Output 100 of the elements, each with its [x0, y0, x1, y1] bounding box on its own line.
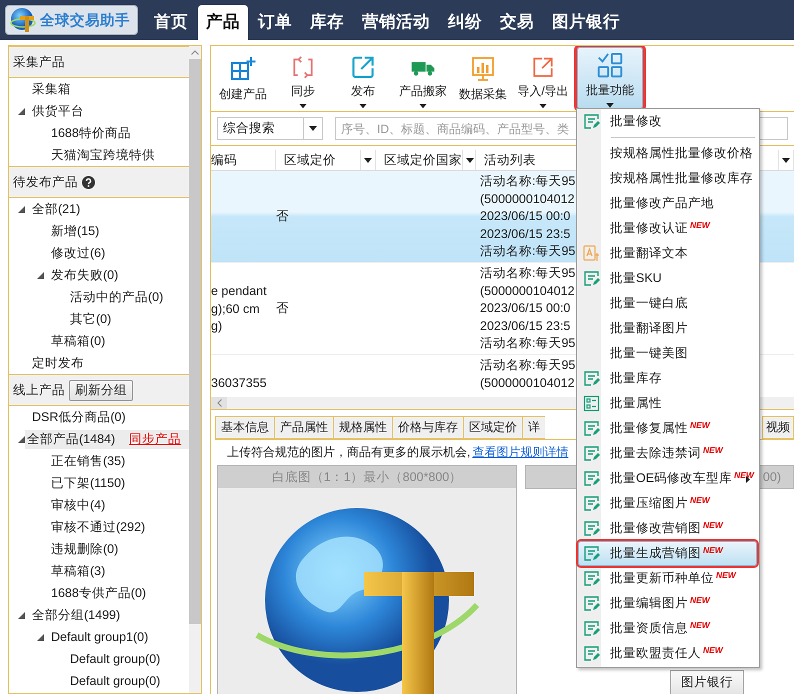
tree-item[interactable]: Default group(0): [68, 673, 162, 689]
tree-item[interactable]: 违规删除(0): [49, 540, 120, 558]
tree-item[interactable]: 发布失败(0): [49, 266, 120, 284]
menu-item[interactable]: 批量属性: [578, 391, 757, 416]
scroll-left-icon[interactable]: [216, 399, 222, 407]
tree-item[interactable]: 其它(0): [68, 310, 114, 328]
toolbar-button[interactable]: 发布: [333, 47, 393, 109]
tree-item[interactable]: Default group(0): [68, 651, 162, 667]
detail-tab[interactable]: 详: [522, 416, 545, 439]
menu-item[interactable]: 批量翻译图片: [578, 316, 757, 341]
detail-tab[interactable]: 规格属性: [333, 416, 392, 439]
image-rules-link[interactable]: 查看图片规则详情: [472, 445, 568, 459]
nav-tab[interactable]: 产品: [198, 5, 248, 40]
edit-list-icon: [582, 620, 600, 637]
toolbar-button[interactable]: 创建产品: [213, 47, 273, 109]
expand-arrow-icon[interactable]: [18, 436, 25, 442]
menu-item[interactable]: 批量一键白底: [578, 291, 757, 316]
upload-notice: 上传符合规范的图片，商品有更多的展示机会, 查看图片规则详情: [227, 445, 568, 461]
expand-arrow-icon[interactable]: [18, 612, 25, 618]
globe-logo-icon: [10, 7, 36, 33]
menu-item[interactable]: 批量翻译文本: [578, 241, 757, 266]
edit-list-icon: [582, 545, 600, 562]
edit-list-icon: [582, 445, 600, 462]
tree-item[interactable]: 供货平台: [30, 102, 86, 120]
nav-tab[interactable]: 库存: [302, 5, 352, 40]
tree-item[interactable]: 新增(15): [49, 222, 102, 240]
tree-item[interactable]: 1688专供产品(0): [49, 584, 148, 602]
menu-item[interactable]: 批量SKU: [578, 266, 757, 291]
image-card-caption: 白底图（1：1）最小（800*800）: [218, 466, 516, 488]
grid-check-icon: [596, 52, 624, 78]
vertical-scrollbar[interactable]: [189, 46, 201, 693]
tree-item[interactable]: 草稿箱(0): [49, 332, 108, 350]
expand-arrow-icon[interactable]: [18, 206, 25, 212]
tree-item[interactable]: Default group1(0): [49, 629, 150, 645]
column-header[interactable]: 区域定价: [276, 150, 376, 170]
column-header[interactable]: 区域定价国家: [376, 150, 476, 170]
tree-item[interactable]: 已下架(1150): [49, 474, 128, 492]
detail-tab[interactable]: 基本信息: [215, 416, 274, 439]
section-title: 线上产品: [13, 382, 65, 398]
search-scope-dropdown[interactable]: 综合搜索: [217, 117, 323, 140]
detail-tab[interactable]: 产品属性: [274, 416, 333, 439]
edit-list-icon: [582, 595, 600, 612]
app-name: 全球交易助手: [40, 11, 130, 30]
menu-item[interactable]: 批量修改产品产地: [578, 191, 757, 216]
edit-list-icon: [582, 570, 600, 587]
sync-products-link[interactable]: 同步产品: [129, 430, 190, 448]
edit-list-icon: [582, 270, 600, 287]
expand-arrow-icon[interactable]: [37, 634, 44, 640]
menu-item[interactable]: 按规格属性批量修改价格: [578, 141, 757, 166]
tree-item[interactable]: 草稿箱(3): [49, 562, 108, 580]
chart-icon: [470, 56, 496, 82]
refresh-groups-button[interactable]: 刷新分组: [69, 380, 133, 400]
expand-arrow-icon[interactable]: [18, 108, 25, 114]
nav-tab[interactable]: 首页: [146, 5, 196, 40]
tree-item[interactable]: 修改过(6): [49, 244, 108, 262]
detail-tab[interactable]: 视频: [762, 416, 794, 439]
edit-list-icon: [582, 113, 600, 130]
table-cell-text: 36037355: [211, 375, 267, 392]
tree-item[interactable]: 活动中的产品(0): [68, 288, 166, 306]
tree-item[interactable]: 天猫淘宝跨境特供: [49, 146, 157, 164]
expand-arrow-icon[interactable]: [37, 272, 44, 278]
help-icon[interactable]: [82, 176, 95, 188]
detail-tab[interactable]: 价格与库存: [392, 416, 463, 439]
tree-item[interactable]: 全部产品(1484): [25, 430, 130, 448]
edit-list-icon: [582, 495, 600, 512]
tree-item[interactable]: 审核中(4): [49, 496, 108, 514]
tree-item[interactable]: 审核不通过(292): [49, 518, 148, 536]
table-cell-text: 活动名称:每天95 (5000000104012 2023/06/15 00:0 2023/06/15 23:5 活动名称:每天95: [479, 173, 576, 260]
tree-item[interactable]: 1688特价商品: [49, 124, 133, 142]
section-title: 采集产品: [13, 54, 65, 70]
edit-list-icon: [582, 470, 600, 487]
toolbar-button[interactable]: 产品搬家: [393, 47, 453, 109]
menu-item[interactable]: 批量库存: [578, 366, 757, 391]
tree-item[interactable]: 定时发布: [30, 354, 86, 372]
tree-item[interactable]: 正在销售(35): [49, 452, 128, 470]
toolbar-button[interactable]: 批量功能: [577, 47, 643, 109]
nav-tab[interactable]: 交易: [492, 5, 542, 40]
toolbar-button[interactable]: 数据采集: [453, 47, 513, 109]
nav-tab[interactable]: 纠纷: [440, 5, 490, 40]
column-header[interactable]: 编码: [211, 150, 276, 170]
tree-item[interactable]: 全部分组(1499): [30, 606, 122, 624]
attributes-icon: [582, 395, 600, 412]
edit-list-icon: [582, 520, 600, 537]
tree-item[interactable]: 全部(21): [30, 200, 82, 218]
table-cell-text: 否: [276, 300, 289, 317]
detail-tab[interactable]: 区域定价: [463, 416, 522, 439]
toolbar-button[interactable]: 导入/导出: [513, 47, 573, 109]
edit-list-icon: [582, 370, 600, 387]
scroll-up-icon[interactable]: [191, 50, 199, 55]
nav-tab[interactable]: 图片银行: [544, 5, 628, 40]
tree-item[interactable]: 采集箱: [30, 80, 73, 98]
image-bank-button[interactable]: 图片银行: [670, 670, 744, 694]
nav-tab[interactable]: 订单: [250, 5, 300, 40]
toolbar-button[interactable]: 同步: [273, 47, 333, 109]
nav-tab[interactable]: 营销活动: [354, 5, 438, 40]
edit-list-icon: [582, 645, 600, 662]
table-cell-text: e pendant g);60 cm g): [211, 283, 267, 335]
tree-item[interactable]: DSR低分商品(0): [30, 408, 128, 426]
table-cell-text: 活动名称:每天95 (5000000104012 2023/06/15 00:0 2023/06/15 23:5 活动名称:每天95: [479, 265, 576, 352]
table-cell-text: 活动名称:每天95 (5000000104012: [479, 357, 576, 392]
